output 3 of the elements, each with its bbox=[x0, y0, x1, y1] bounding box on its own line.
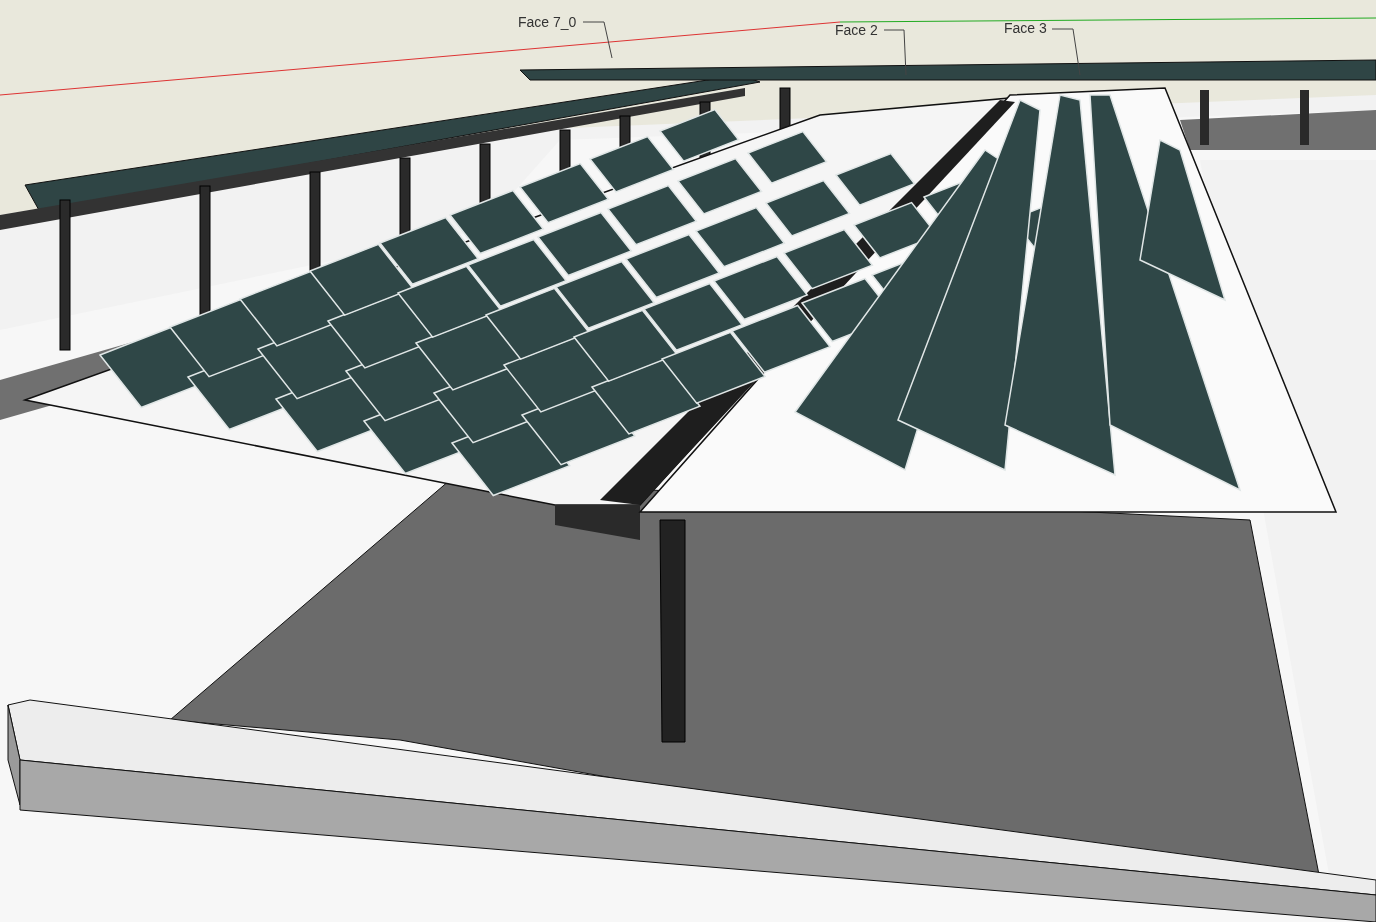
face-label: Face 3 bbox=[1004, 21, 1047, 35]
face-label: Face 2 bbox=[835, 23, 878, 37]
face-label: Face 7_0 bbox=[518, 15, 577, 29]
